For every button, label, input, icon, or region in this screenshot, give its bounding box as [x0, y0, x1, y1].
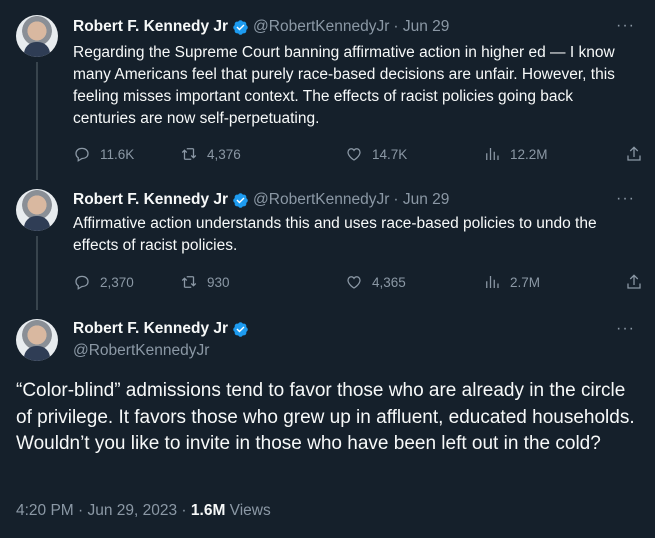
- share-icon: [627, 274, 641, 289]
- verified-badge-icon: [233, 192, 248, 208]
- views-count: 1.6M: [190, 502, 226, 519]
- reply-icon: [75, 147, 89, 162]
- tweet-header: Robert F. Kennedy Jr @RobertKennedyJr · …: [73, 17, 449, 37]
- thread-line: [36, 62, 38, 180]
- views-icon: [486, 148, 499, 160]
- like-icon: [347, 148, 361, 161]
- retweet-icon: [181, 276, 197, 288]
- like-button[interactable]: 14.7K: [345, 145, 407, 163]
- reply-count: 11.6K: [100, 146, 135, 162]
- tweet-header: Robert F. Kennedy Jr @RobertKennedyJr · …: [73, 190, 449, 210]
- like-icon: [347, 276, 361, 289]
- main-author-handle[interactable]: @RobertKennedyJr: [73, 342, 209, 360]
- views-icon: [486, 276, 499, 288]
- author-name[interactable]: Robert F. Kennedy Jr: [73, 191, 228, 209]
- author-handle[interactable]: @RobertKennedyJr: [253, 191, 389, 209]
- tweet-text: Affirmative action understands this and …: [73, 215, 597, 254]
- tweet-date[interactable]: · Jun 29: [393, 191, 449, 209]
- share-button[interactable]: [625, 145, 643, 163]
- tweet-timestamp[interactable]: 4:20 PM · Jun 29, 2023 ·: [16, 502, 191, 519]
- retweet-button[interactable]: 930: [180, 273, 230, 291]
- tweet-actions: 11.6K 4,376 14.7K 12.2M: [73, 142, 643, 166]
- reply-button[interactable]: 11.6K: [73, 145, 134, 163]
- retweet-button[interactable]: 4,376: [180, 145, 241, 163]
- avatar[interactable]: [16, 189, 58, 231]
- main-author-name[interactable]: Robert F. Kennedy Jr: [73, 320, 253, 338]
- like-button[interactable]: 4,365: [345, 273, 406, 291]
- verified-badge-icon: [233, 19, 248, 35]
- views-button[interactable]: 12.2M: [483, 145, 548, 163]
- retweet-icon: [181, 148, 197, 160]
- author-handle[interactable]: @RobertKennedyJr: [253, 18, 389, 36]
- tweet-2[interactable]: Robert F. Kennedy Jr @RobertKennedyJr · …: [0, 180, 655, 310]
- retweet-count: 930: [207, 274, 230, 290]
- more-options-icon[interactable]: ···: [616, 17, 635, 35]
- reply-icon: [75, 275, 89, 290]
- verified-badge-icon: [233, 321, 248, 337]
- tweet-text: Regarding the Supreme Court banning affi…: [73, 44, 615, 127]
- tweet-1[interactable]: Robert F. Kennedy Jr @RobertKennedyJr · …: [0, 0, 655, 180]
- main-tweet-text: “Color-blind” admissions tend to favor t…: [16, 380, 635, 454]
- reply-button[interactable]: 2,370: [73, 273, 134, 291]
- tweet-footer: 4:20 PM · Jun 29, 2023 · 1.6M Views: [16, 502, 271, 520]
- views-count: 12.2M: [510, 146, 548, 162]
- share-icon: [627, 146, 641, 161]
- retweet-count: 4,376: [207, 146, 241, 162]
- views-count: 2.7M: [510, 274, 541, 290]
- thread-line: [36, 236, 38, 310]
- share-button[interactable]: [625, 273, 643, 291]
- more-options-icon[interactable]: ···: [616, 320, 635, 338]
- more-options-icon[interactable]: ···: [616, 190, 635, 208]
- views-button[interactable]: 2.7M: [483, 273, 540, 291]
- avatar[interactable]: [16, 15, 58, 57]
- tweet-date[interactable]: · Jun 29: [393, 18, 449, 36]
- views-label: Views: [225, 502, 271, 519]
- tweet-actions: 2,370 930 4,365 2.7M: [73, 270, 643, 294]
- like-count: 14.7K: [372, 146, 408, 162]
- like-count: 4,365: [372, 274, 406, 290]
- author-name[interactable]: Robert F. Kennedy Jr: [73, 18, 228, 36]
- reply-count: 2,370: [100, 274, 134, 290]
- author-name[interactable]: Robert F. Kennedy Jr: [73, 320, 228, 338]
- main-avatar[interactable]: [16, 319, 58, 361]
